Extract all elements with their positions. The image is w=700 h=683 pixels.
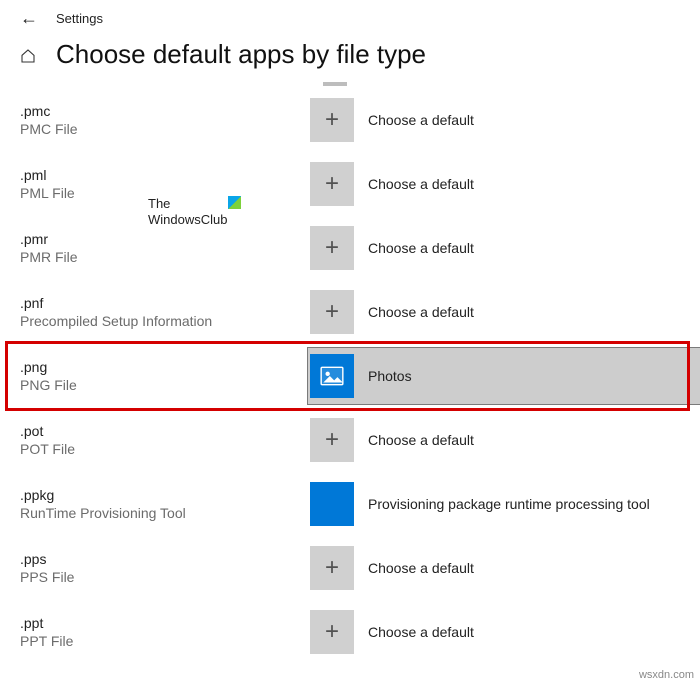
extension-column: .pmc PMC File — [20, 103, 310, 137]
app-label: Choose a default — [368, 176, 474, 192]
app-label: Choose a default — [368, 112, 474, 128]
app-choice[interactable]: Photos — [310, 354, 412, 398]
photos-app-icon[interactable] — [310, 354, 354, 398]
extension-column: .png PNG File — [20, 359, 310, 393]
extension-label: .pot — [20, 423, 310, 439]
credit: wsxdn.com — [639, 669, 694, 681]
choose-default-plus-icon[interactable]: + — [310, 162, 354, 206]
extension-label: .ppkg — [20, 487, 310, 503]
app-label: Choose a default — [368, 432, 474, 448]
extension-column: .pmr PMR File — [20, 231, 310, 265]
app-label: Choose a default — [368, 240, 474, 256]
scroll-indicator — [323, 82, 347, 86]
extension-description: PMC File — [20, 121, 310, 137]
app-choice[interactable]: + Choose a default — [310, 418, 474, 462]
app-choice[interactable]: + Choose a default — [310, 98, 474, 142]
file-type-row: .pmr PMR File+ Choose a default — [20, 216, 680, 280]
watermark: The WindowsClub — [148, 196, 241, 227]
choose-default-plus-icon[interactable]: + — [310, 290, 354, 334]
extension-label: .pmc — [20, 103, 310, 119]
extension-label: .pnf — [20, 295, 310, 311]
choose-default-plus-icon[interactable]: + — [310, 546, 354, 590]
file-type-row: .ppkg RunTime Provisioning Tool Provisioni… — [20, 472, 680, 536]
file-type-row: .pnf Precompiled Setup Information+ Choose… — [20, 280, 680, 344]
choose-default-plus-icon[interactable]: + — [310, 418, 354, 462]
app-tile-icon[interactable] — [310, 482, 354, 526]
extension-description: POT File — [20, 441, 310, 457]
extension-column: .pps PPS File — [20, 551, 310, 585]
extension-column: .ppt PPT File — [20, 615, 310, 649]
extension-column: .ppkg RunTime Provisioning Tool — [20, 487, 310, 521]
extension-description: PPS File — [20, 569, 310, 585]
app-choice[interactable]: + Choose a default — [310, 226, 474, 270]
app-choice[interactable]: Provisioning package runtime processing … — [310, 482, 650, 526]
extension-description: PPT File — [20, 633, 310, 649]
extension-column: .pnf Precompiled Setup Information — [20, 295, 310, 329]
extension-label: .pps — [20, 551, 310, 567]
page-title: Choose default apps by file type — [56, 39, 426, 70]
extension-label: .png — [20, 359, 310, 375]
choose-default-plus-icon[interactable]: + — [310, 610, 354, 654]
app-choice[interactable]: + Choose a default — [310, 162, 474, 206]
app-choice[interactable]: + Choose a default — [310, 610, 474, 654]
file-type-row: .ppt PPT File+ Choose a default — [20, 600, 680, 664]
extension-column: .pot POT File — [20, 423, 310, 457]
extension-description: PNG File — [20, 377, 310, 393]
extension-label: .ppt — [20, 615, 310, 631]
app-label: Photos — [368, 368, 412, 384]
extension-description: RunTime Provisioning Tool — [20, 505, 310, 521]
extension-label: .pml — [20, 167, 310, 183]
choose-default-plus-icon[interactable]: + — [310, 98, 354, 142]
file-type-row: .pot POT File+ Choose a default — [20, 408, 680, 472]
app-label: Provisioning package runtime processing … — [368, 496, 650, 512]
extension-label: .pmr — [20, 231, 310, 247]
window-title: Settings — [56, 11, 103, 26]
file-type-row: .pps PPS File+ Choose a default — [20, 536, 680, 600]
app-choice[interactable]: + Choose a default — [310, 546, 474, 590]
back-button[interactable]: ← — [20, 8, 38, 29]
app-label: Choose a default — [368, 560, 474, 576]
app-choice[interactable]: + Choose a default — [310, 290, 474, 334]
file-type-row: .pmlPML File+Choose a default — [20, 152, 680, 216]
file-type-row: .pmc PMC File+ Choose a default — [20, 88, 680, 152]
file-type-row: .png PNG File Photos — [20, 344, 680, 408]
extension-description: PMR File — [20, 249, 310, 265]
extension-description: Precompiled Setup Information — [20, 313, 310, 329]
home-icon[interactable] — [20, 48, 36, 68]
choose-default-plus-icon[interactable]: + — [310, 226, 354, 270]
app-label: Choose a default — [368, 624, 474, 640]
app-label: Choose a default — [368, 304, 474, 320]
